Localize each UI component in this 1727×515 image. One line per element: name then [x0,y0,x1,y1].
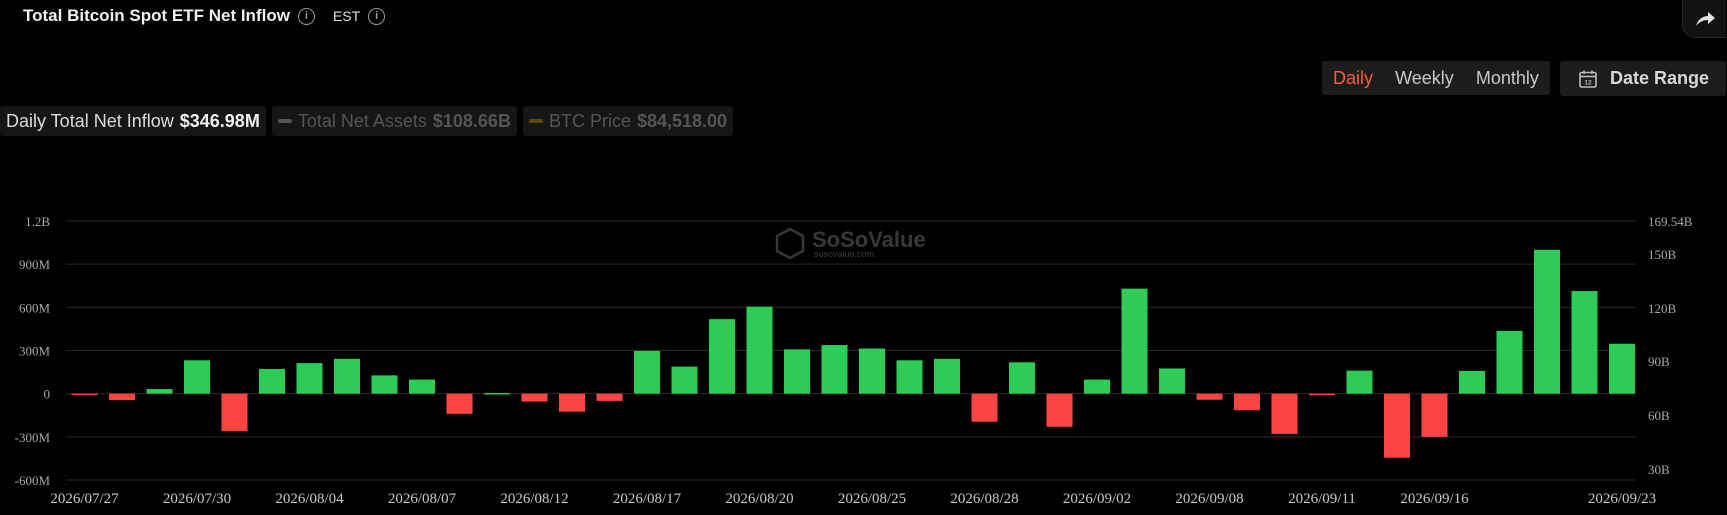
x-tick-label: 2026/08/25 [838,491,906,507]
y-tick-label: 900M [19,257,51,272]
y-tick-label: 0 [44,387,51,402]
bar [1046,393,1073,427]
bar [409,379,435,394]
y-right-tick-label: 60B [1648,408,1670,423]
x-axis: 2026/07/27 2026/07/30 2026/08/04 2026/08/07… [50,491,1656,507]
bar [896,360,923,394]
bar [1271,393,1298,434]
bar [1534,249,1560,394]
bar [1496,330,1523,394]
bar [1421,393,1448,437]
bar [1159,368,1185,394]
x-tick-label: 2026/08/04 [275,491,344,507]
x-tick-label: 2026/08/07 [388,491,457,507]
bar [296,363,323,394]
bar [221,393,248,432]
bar [709,319,735,394]
y-axis-right: 169.54B 150B 120B 90B 60B 30B [1648,214,1693,477]
y-right-tick-label: 150B [1648,247,1677,262]
bar [821,345,848,394]
bar [1571,291,1598,394]
y-right-tick-label: 30B [1648,462,1670,477]
x-tick-label: 2026/07/30 [163,491,231,507]
y-right-tick-label: 169.54B [1648,214,1693,229]
y-tick-label: -300M [15,430,51,445]
bar [746,306,773,394]
bar [1196,393,1223,400]
bar [1346,370,1373,394]
bar-series [71,249,1635,458]
inflow-bar-chart: SoSoValue sosovalue.com 1.2B 900M 600M 300M… [15,214,1693,507]
bar [184,360,210,394]
y-tick-label: -600M [15,473,51,488]
y-tick-label: 1.2B [25,214,50,229]
bar [559,393,585,412]
bar [521,393,548,402]
watermark-url: sosovalue.com [814,249,874,259]
bar [671,366,698,394]
x-tick-label: 2026/08/12 [500,491,568,507]
bar [371,375,398,394]
bar [1084,379,1110,394]
bar [484,392,510,395]
bar [1459,370,1485,394]
x-tick-label: 2026/09/02 [1063,491,1131,507]
bar [859,348,885,394]
bar [71,393,98,396]
y-right-tick-label: 120B [1648,301,1677,316]
bar [334,358,360,394]
x-tick-label: 2026/09/16 [1400,491,1469,507]
watermark: SoSoValue sosovalue.com [775,227,926,260]
y-tick-label: 600M [19,300,51,315]
bar [446,393,473,414]
bar [596,393,623,401]
x-tick-label: 2026/08/20 [725,491,793,507]
bar [109,393,135,401]
x-tick-label: 2026/08/28 [950,491,1018,507]
x-tick-label: 2026/09/23 [1588,491,1656,507]
bar [934,358,960,394]
bar [1234,393,1260,411]
bar [1121,288,1148,394]
y-right-tick-label: 90B [1648,354,1670,369]
bar [634,350,660,394]
bar [1009,362,1035,394]
y-tick-label: 300M [19,344,51,359]
bar [784,349,810,394]
bar [146,389,173,394]
bar [971,393,998,422]
bar [1384,393,1410,458]
x-tick-label: 2026/07/27 [50,491,119,507]
bar [259,368,285,394]
x-tick-label: 2026/08/17 [613,491,682,507]
x-tick-label: 2026/09/11 [1288,491,1356,507]
watermark-logo-icon [775,227,805,260]
bar [1609,343,1635,394]
y-axis-left: 1.2B 900M 600M 300M 0 -300M -600M [15,214,51,488]
bar [1309,393,1335,396]
x-tick-label: 2026/09/08 [1175,491,1243,507]
